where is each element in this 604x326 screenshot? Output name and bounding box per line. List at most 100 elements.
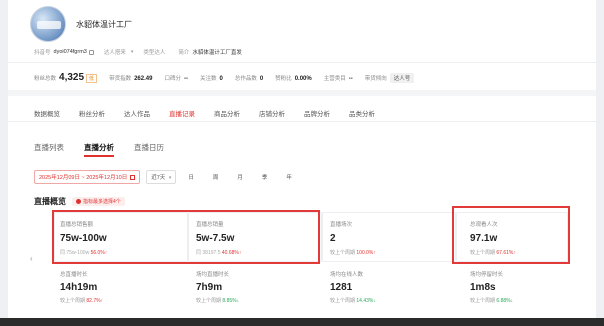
compare-percent: 14.43% [356, 298, 374, 304]
tab-live-analysis[interactable]: 直播分析 [84, 142, 114, 157]
chevron-down-icon: ▾ [168, 175, 172, 181]
metric-value: 1281 [330, 282, 353, 293]
intro-label: 简介 [178, 50, 190, 56]
tab-category-analysis[interactable]: 品类分析 [349, 108, 375, 118]
compare-percent: 6.88% [496, 298, 511, 304]
calendar-icon [130, 174, 136, 180]
stat-fans: 粉丝总数 4,325 低 [34, 72, 98, 83]
stat-value: 0 [259, 75, 264, 82]
main-tabs: 数据概览 粉丝分析 达人作品 直播记录 商品分析 店铺分析 品牌分析 品类分析 [34, 108, 394, 118]
stat-tag: 低 [86, 74, 98, 83]
stat-label: 关注数 [199, 75, 217, 82]
period-week[interactable]: 周 [213, 173, 219, 181]
stat-reputation: 口碑分 -- [164, 74, 188, 82]
stat-label: 带货指数 [109, 75, 132, 82]
stat-main-category: 主营类目 -- [324, 74, 353, 82]
divider [8, 62, 596, 63]
stat-label: 口碑分 [164, 75, 181, 82]
similar-talent-label: 类型达人 [143, 50, 166, 56]
douyin-id: 抖音号 dyoi074fgrm3 [34, 48, 94, 56]
compare-prefix: 较上个周期 [196, 298, 222, 304]
stat-value: 0.00% [294, 75, 312, 82]
chevron-down-icon: ▾ [130, 49, 134, 55]
range-select[interactable]: 近7天 ▾ [146, 170, 177, 184]
overview-hint[interactable]: 指标最多选择4个 [72, 197, 125, 206]
tab-brand-analysis[interactable]: 品牌分析 [304, 108, 330, 118]
date-range-text: 2025年12月09日 ~ 2025年12月10日 [39, 175, 128, 181]
metric-compare: 较上个周期 82.7%↑ [60, 297, 103, 304]
metric-avg-stay[interactable]: 场均停留时长 1m8s 较上个周期 6.88%↓ [470, 270, 513, 304]
highlight-box [452, 206, 570, 264]
douyin-id-value: dyoi074fgrm3 [53, 49, 87, 55]
tab-data-overview[interactable]: 数据概览 [34, 108, 60, 118]
metric-compare: 较上个周期 8.85%↓ [196, 297, 239, 304]
stat-sales-index: 带货指数 262.49 [109, 74, 152, 82]
compare-prefix: 较上个周期 [470, 298, 496, 304]
tab-shop-analysis[interactable]: 店铺分析 [259, 108, 285, 118]
left-margin [0, 0, 8, 326]
metric-label: 场均直播时长 [196, 272, 230, 278]
overview-title: 直播概览 [34, 197, 66, 206]
arrow-down-icon: ↓ [236, 298, 240, 304]
right-margin [596, 0, 604, 326]
intro-value: 水貂体温计工厂直发 [192, 50, 242, 56]
stat-value: 4,325 [59, 72, 85, 83]
metric-label: 场均停留时长 [470, 272, 504, 278]
metric-avg-online[interactable]: 场均在线人数 1281 较上个周期 14.43%↓ [330, 270, 376, 304]
range-select-value: 近7天 [151, 175, 166, 181]
date-range-picker[interactable]: 2025年12月09日 ~ 2025年12月10日 [34, 170, 141, 184]
stat-label: 带货倾向 [364, 75, 387, 82]
tab-live-records[interactable]: 直播记录 [169, 108, 195, 118]
arrow-down-icon: ↓ [373, 298, 376, 304]
period-quarter[interactable]: 季 [262, 173, 268, 181]
stat-value: -- [348, 75, 353, 82]
stat-label: 粉丝总数 [34, 76, 57, 82]
chevron-left-icon[interactable]: ‹ [30, 254, 33, 263]
stat-label: 赞粉比 [275, 75, 292, 82]
compare-percent: 82.7% [86, 298, 101, 304]
tab-talent-works[interactable]: 达人作品 [124, 108, 150, 118]
profile-info-row: 抖音号 dyoi074fgrm3 达人搭来 ▾ 类型达人 简介 水貂体温计工厂直… [34, 48, 252, 56]
stat-following: 关注数 0 [200, 74, 223, 82]
stat-like-ratio: 赞粉比 0.00% [275, 74, 312, 82]
sub-tabs: 直播列表 直播分析 直播日历 [34, 142, 184, 157]
metric-value: 2 [330, 233, 336, 244]
metric-value: 7h9m [196, 282, 223, 293]
talent-source[interactable]: 达人搭来 ▾ [104, 48, 134, 56]
tab-fans-analysis[interactable]: 粉丝分析 [79, 108, 105, 118]
metric-value: 14h19m [60, 282, 98, 293]
highlight-box [52, 210, 320, 264]
period-month[interactable]: 月 [237, 173, 243, 181]
stat-label: 总作品数 [234, 75, 257, 82]
minus-icon [76, 199, 81, 204]
stat-label: 主营类目 [323, 75, 346, 82]
tab-product-analysis[interactable]: 商品分析 [214, 108, 240, 118]
metric-label: 场均在线人数 [330, 272, 364, 278]
metric-avg-duration[interactable]: 场均直播时长 7h9m 较上个周期 8.85%↓ [196, 270, 239, 304]
period-year[interactable]: 年 [286, 173, 292, 181]
metric-label: 直播场次 [330, 222, 353, 228]
tab-live-calendar[interactable]: 直播日历 [134, 142, 164, 153]
metric-compare: 较上个周期 100.0%↑ [330, 249, 376, 256]
stats-row: 粉丝总数 4,325 低 带货指数 262.49 口碑分 -- 关注数 0 总作… [34, 72, 426, 83]
similar-talent[interactable]: 类型达人 [143, 48, 168, 56]
shop-avatar[interactable] [30, 6, 66, 42]
compare-prefix: 较上个周期 [330, 298, 356, 304]
stat-value: 达人号 [389, 72, 415, 83]
filter-row: 2025年12月09日 ~ 2025年12月10日 近7天 ▾ 日 周 月 季 … [34, 170, 299, 184]
copy-icon[interactable] [88, 49, 94, 55]
page: 水貂体温计工厂 抖音号 dyoi074fgrm3 达人搭来 ▾ 类型达人 简介 … [0, 0, 604, 326]
stat-value: 0 [219, 75, 223, 82]
metric-live-sessions[interactable]: 直播场次 2 较上个周期 100.0%↑ [330, 220, 376, 256]
stat-tendency: 带货倾向 达人号 [364, 72, 415, 83]
period-day[interactable]: 日 [188, 173, 194, 181]
talent-source-label: 达人搭来 [103, 50, 126, 56]
metric-total-duration[interactable]: 总直播时长 14h19m 较上个周期 82.7%↑ [60, 270, 103, 304]
metric-value: 1m8s [470, 282, 496, 293]
arrow-down-icon: ↓ [510, 298, 514, 304]
arrow-up-icon: ↑ [373, 250, 376, 256]
compare-percent: 100.0% [356, 250, 374, 256]
stat-works: 总作品数 0 [235, 74, 263, 82]
intro: 简介 水貂体温计工厂直发 [178, 48, 242, 56]
tab-live-list[interactable]: 直播列表 [34, 142, 64, 153]
